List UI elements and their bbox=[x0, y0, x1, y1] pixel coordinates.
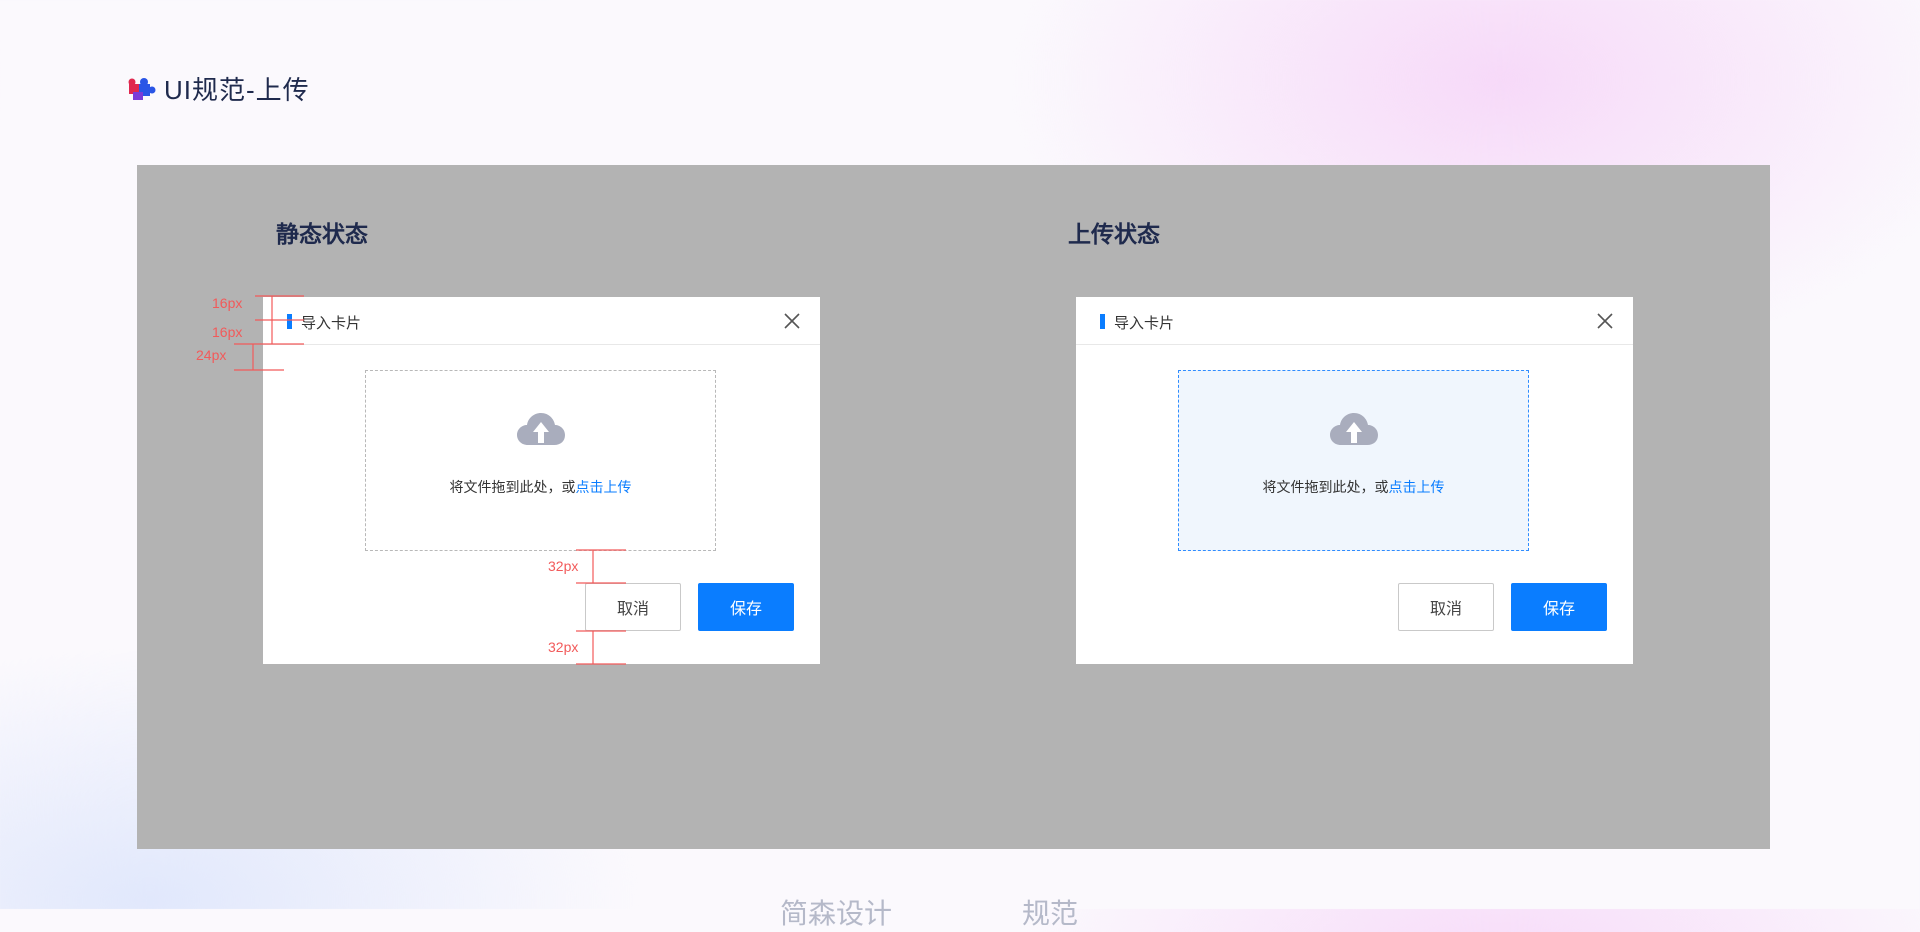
spacing-label: 24px bbox=[196, 347, 227, 363]
spacing-annotation-lines bbox=[234, 295, 626, 665]
spacing-label: 16px bbox=[212, 324, 243, 340]
spacing-label: 32px bbox=[548, 558, 579, 574]
footer-text-left: 简森设计 bbox=[780, 898, 893, 929]
spacing-label: 32px bbox=[548, 639, 579, 655]
footer-watermark: 简森设计 规范 bbox=[780, 892, 1078, 932]
spacing-label: 16px bbox=[212, 295, 243, 311]
footer-text-right: 规范 bbox=[1022, 898, 1079, 929]
